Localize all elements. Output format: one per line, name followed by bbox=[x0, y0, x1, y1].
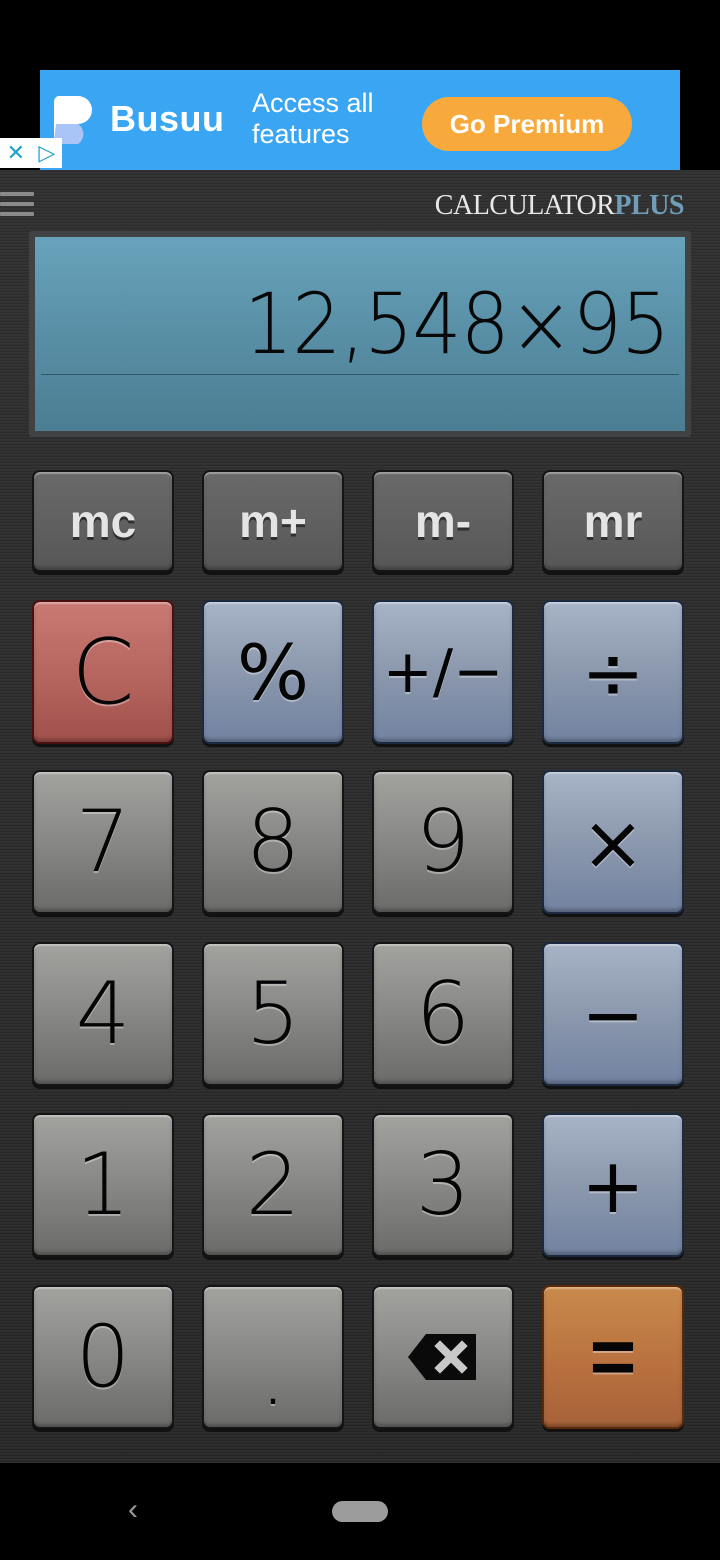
key-label: mr bbox=[583, 495, 643, 547]
equals-button[interactable]: = bbox=[542, 1285, 684, 1429]
memory-recall-button[interactable]: mr bbox=[542, 470, 684, 572]
subtract-button[interactable]: − bbox=[542, 942, 684, 1086]
digit-3-button[interactable]: 3 bbox=[372, 1113, 514, 1257]
decimal-point-button[interactable]: . bbox=[202, 1285, 344, 1429]
ad-tagline: Access all features bbox=[252, 88, 374, 150]
display-divider bbox=[41, 374, 679, 375]
key-label: +/− bbox=[382, 637, 504, 707]
key-label: 8 bbox=[245, 792, 301, 892]
key-label: + bbox=[581, 1140, 645, 1230]
add-button[interactable]: + bbox=[542, 1113, 684, 1257]
system-navigation-bar: ‹ bbox=[0, 1463, 720, 1560]
key-label: % bbox=[236, 627, 310, 717]
clear-button[interactable]: C bbox=[32, 600, 174, 744]
display-screen: 12,548×95 bbox=[35, 237, 685, 431]
key-label: × bbox=[581, 797, 645, 887]
plus-minus-button[interactable]: +/− bbox=[372, 600, 514, 744]
ad-tagline-line2: features bbox=[252, 119, 350, 149]
key-label: 9 bbox=[415, 792, 471, 892]
percent-button[interactable]: % bbox=[202, 600, 344, 744]
key-label: 7 bbox=[75, 792, 131, 892]
key-label: C bbox=[71, 619, 135, 725]
digit-5-button[interactable]: 5 bbox=[202, 942, 344, 1086]
display-expression: 12,548×95 bbox=[243, 275, 670, 373]
ad-close-icon[interactable]: ✕ bbox=[7, 142, 25, 164]
key-label: − bbox=[581, 969, 645, 1059]
key-label: m- bbox=[414, 495, 472, 547]
key-label: m+ bbox=[239, 495, 307, 547]
memory-add-button[interactable]: m+ bbox=[202, 470, 344, 572]
ad-brand: Busuu bbox=[110, 98, 225, 139]
ad-tagline-line1: Access all bbox=[252, 88, 374, 118]
key-label: 2 bbox=[245, 1135, 301, 1235]
calculator-display: 12,548×95 bbox=[29, 231, 691, 437]
key-label: = bbox=[589, 1312, 637, 1401]
go-premium-button[interactable]: Go Premium bbox=[422, 97, 632, 151]
digit-7-button[interactable]: 7 bbox=[32, 770, 174, 914]
hamburger-menu-icon[interactable] bbox=[0, 192, 34, 218]
ad-banner[interactable]: Busuu Access all features Go Premium bbox=[40, 70, 680, 170]
digit-4-button[interactable]: 4 bbox=[32, 942, 174, 1086]
key-label: 6 bbox=[415, 964, 471, 1064]
multiply-button[interactable]: × bbox=[542, 770, 684, 914]
backspace-button[interactable] bbox=[372, 1285, 514, 1429]
divide-button[interactable]: ÷ bbox=[542, 600, 684, 744]
key-label: 4 bbox=[75, 964, 131, 1064]
app-brand-title: CALCULATORPLUS bbox=[434, 190, 685, 222]
backspace-icon bbox=[408, 1334, 476, 1380]
calculator-app: CALCULATORPLUS 12,548×95 mc m+ m- mr C %… bbox=[0, 170, 720, 1463]
key-label: . bbox=[259, 1325, 287, 1425]
digit-1-button[interactable]: 1 bbox=[32, 1113, 174, 1257]
back-icon[interactable]: ‹ bbox=[128, 1493, 138, 1527]
digit-2-button[interactable]: 2 bbox=[202, 1113, 344, 1257]
key-label: ÷ bbox=[581, 627, 645, 717]
digit-6-button[interactable]: 6 bbox=[372, 942, 514, 1086]
key-label: 0 bbox=[75, 1307, 131, 1407]
key-label: 5 bbox=[245, 964, 301, 1064]
home-pill-button[interactable] bbox=[332, 1501, 388, 1522]
digit-9-button[interactable]: 9 bbox=[372, 770, 514, 914]
brand-calculator: CALCULATOR bbox=[434, 190, 615, 221]
digit-0-button[interactable]: 0 bbox=[32, 1285, 174, 1429]
key-label: 1 bbox=[75, 1135, 131, 1235]
memory-clear-button[interactable]: mc bbox=[32, 470, 174, 572]
brand-plus: PLUS bbox=[614, 190, 684, 221]
memory-subtract-button[interactable]: m- bbox=[372, 470, 514, 572]
digit-8-button[interactable]: 8 bbox=[202, 770, 344, 914]
ad-choices[interactable]: ✕ ▷ bbox=[0, 138, 62, 168]
key-label: 3 bbox=[415, 1135, 471, 1235]
adchoices-icon[interactable]: ▷ bbox=[38, 142, 55, 164]
key-label: mc bbox=[69, 495, 137, 547]
